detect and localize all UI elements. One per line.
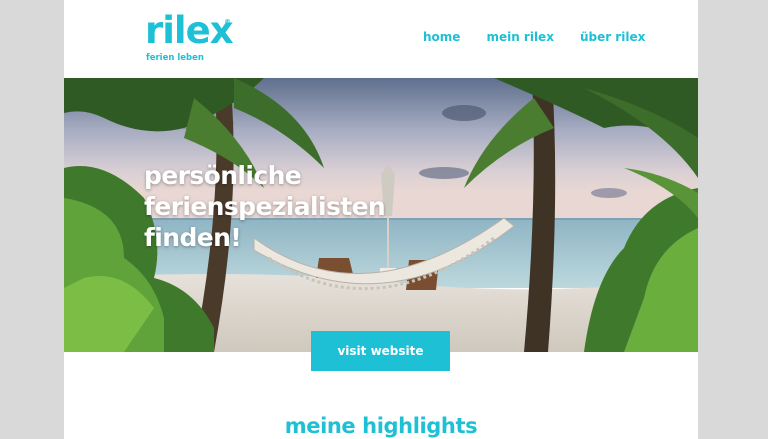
site-header: rilex ® ferien leben home mein rilex übe… — [64, 0, 698, 78]
hero-headline: persönliche ferienspezialisten finden! — [144, 160, 386, 253]
nav-home[interactable]: home — [423, 30, 460, 44]
nav-mein-rilex[interactable]: mein rilex — [486, 30, 554, 44]
visit-website-button[interactable]: visit website — [311, 331, 450, 371]
logo-wordmark: rilex — [145, 9, 234, 52]
hero-headline-line-1: persönliche — [144, 161, 302, 190]
hero-headline-line-2: ferienspezialisten — [144, 192, 386, 221]
nav-ueber-rilex[interactable]: über rilex — [580, 30, 645, 44]
page-canvas: rilex ® ferien leben home mein rilex übe… — [64, 0, 698, 439]
hero-headline-line-3: finden! — [144, 223, 242, 252]
rilex-logo[interactable]: rilex ® ferien leben — [145, 9, 234, 63]
hero-banner: persönliche ferienspezialisten finden! — [64, 78, 698, 352]
logo-tagline: ferien leben — [146, 53, 204, 63]
main-nav: home mein rilex über rilex — [423, 30, 645, 44]
highlights-heading: meine highlights — [284, 414, 478, 438]
registered-mark: ® — [224, 18, 231, 26]
